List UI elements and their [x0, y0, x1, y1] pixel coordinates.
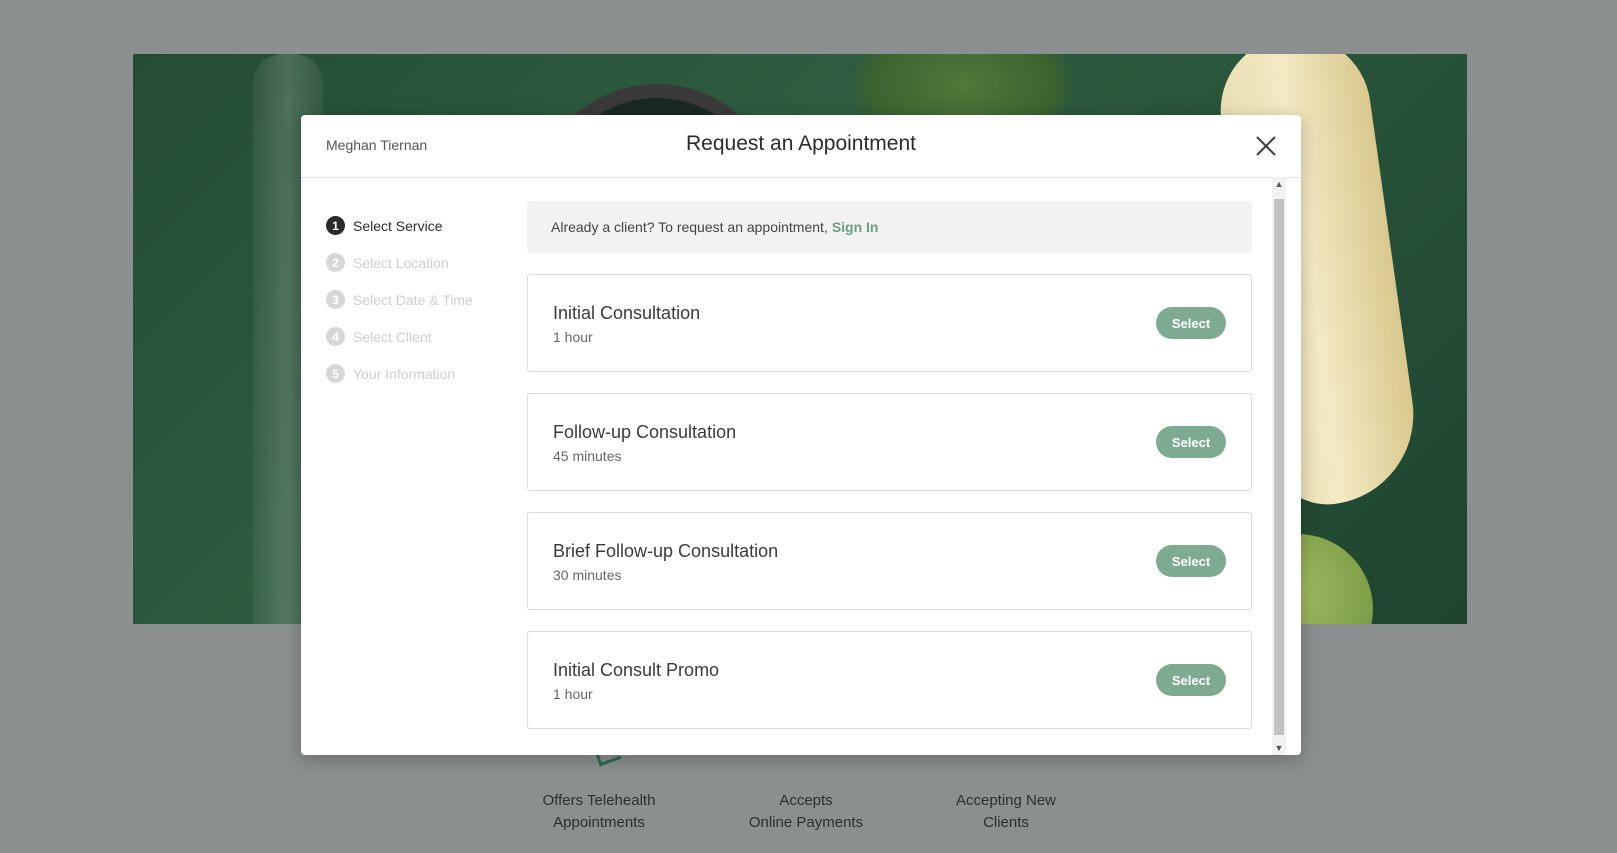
close-icon	[1256, 136, 1276, 156]
feature-new-clients: Accepting New Clients	[926, 790, 1086, 834]
sign-in-link[interactable]: Sign In	[832, 219, 879, 235]
modal-header: Meghan Tiernan Request an Appointment	[301, 115, 1301, 178]
signin-text: Already a client? To request an appointm…	[551, 219, 828, 235]
step-number: 3	[326, 290, 345, 309]
service-name: Brief Follow-up Consultation	[553, 541, 779, 561]
select-button[interactable]: Select	[1156, 426, 1226, 458]
feature-line1: Accepting New	[955, 792, 1057, 809]
service-card-follow-up-consultation: Follow-up Consultation 45 minutes Select	[527, 393, 1252, 491]
step-select-date-time: 3 Select Date & Time	[326, 281, 516, 318]
service-name: Initial Consult Promo	[553, 660, 720, 680]
signin-notice: Already a client? To request an appointm…	[527, 201, 1252, 253]
service-content: Already a client? To request an appointm…	[527, 201, 1252, 729]
steps-list: 1 Select Service 2 Select Location 3 Sel…	[326, 207, 516, 392]
step-label: Select Client	[353, 328, 432, 345]
step-label: Select Service	[353, 217, 443, 234]
service-duration: 1 hour	[553, 686, 593, 702]
step-number: 2	[326, 253, 345, 272]
service-duration: 45 minutes	[553, 448, 622, 464]
step-select-service: 1 Select Service	[326, 207, 516, 244]
feature-telehealth: Offers Telehealth Appointments	[519, 790, 679, 834]
scrollbar-thumb[interactable]	[1274, 199, 1284, 735]
scroll-up-arrow-icon[interactable]: ▲	[1272, 177, 1286, 191]
step-select-client: 4 Select Client	[326, 318, 516, 355]
service-name: Initial Consultation	[553, 303, 701, 323]
step-label: Select Location	[353, 254, 449, 271]
service-duration: 30 minutes	[553, 567, 622, 583]
select-button[interactable]: Select	[1156, 664, 1226, 696]
step-number: 5	[326, 364, 345, 383]
appointment-modal: Meghan Tiernan Request an Appointment 1 …	[301, 115, 1301, 755]
feature-line1: Accepts	[779, 792, 833, 809]
service-card-initial-consult-promo: Initial Consult Promo 1 hour Select	[527, 631, 1252, 729]
step-label: Select Date & Time	[353, 291, 473, 308]
feature-payments: Accepts Online Payments	[726, 790, 886, 834]
service-name: Follow-up Consultation	[553, 422, 737, 442]
modal-title: Request an Appointment	[686, 132, 916, 155]
feature-line2: Appointments	[553, 814, 645, 831]
feature-line2: Clients	[983, 814, 1029, 831]
step-number: 1	[326, 216, 345, 235]
step-label: Your Information	[353, 365, 456, 382]
service-duration: 1 hour	[553, 329, 593, 345]
step-number: 4	[326, 327, 345, 346]
step-select-location: 2 Select Location	[326, 244, 516, 281]
select-button[interactable]: Select	[1156, 545, 1226, 577]
close-button[interactable]	[1253, 133, 1279, 159]
feature-line2: Online Payments	[748, 814, 864, 831]
service-card-initial-consultation: Initial Consultation 1 hour Select	[527, 274, 1252, 372]
scroll-down-arrow-icon[interactable]: ▼	[1272, 741, 1286, 755]
step-your-information: 5 Your Information	[326, 355, 516, 392]
service-card-brief-follow-up: Brief Follow-up Consultation 30 minutes …	[527, 512, 1252, 610]
scrollbar[interactable]: ▲ ▼	[1272, 177, 1286, 755]
feature-line1: Offers Telehealth	[542, 792, 656, 809]
select-button[interactable]: Select	[1156, 307, 1226, 339]
